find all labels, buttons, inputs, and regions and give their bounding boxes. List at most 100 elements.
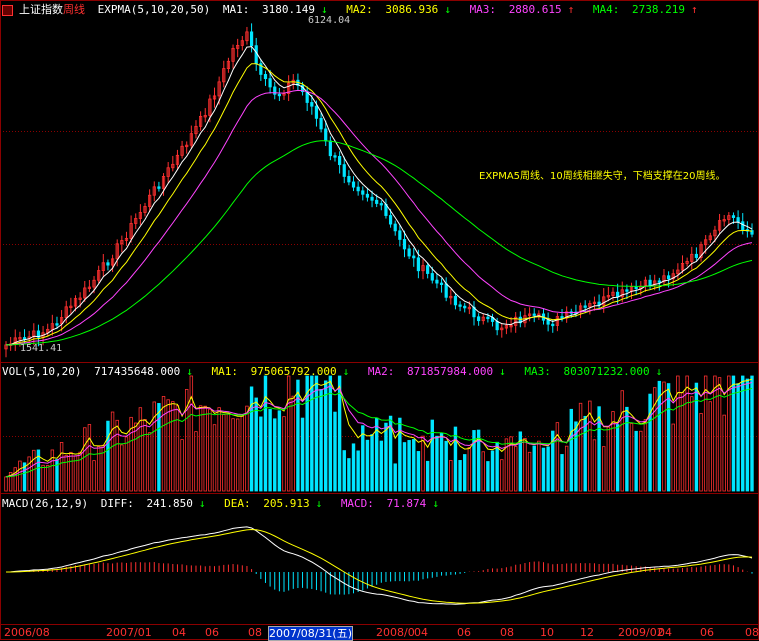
candle-down [616,291,620,298]
x-axis-tick-label: 08 [248,626,262,639]
diff-label: DIFF: [100,497,134,510]
main-legend: 上证指数周线 EXPMA(5,10,20,50) MA1: 3180.149 ↓ … [2,3,710,17]
volume-bar [78,451,82,492]
volume-bar [541,447,546,492]
volume-bar [444,440,448,492]
volume-bar [324,380,328,492]
ma4-readout: MA4: 2738.219 ↑ [593,3,704,16]
volume-bar [592,439,597,492]
volume-bar [717,377,722,492]
candle-down [106,262,110,266]
volume-bar [319,389,323,492]
volume-bar [407,440,411,492]
diff-value: 241.850 [146,497,193,510]
volume-bar [120,444,124,492]
candle-down [444,283,448,298]
volume-bar [208,408,212,492]
x-axis-active-date[interactable]: 2007/08/31(五) [268,626,353,641]
candle-down [463,305,467,309]
candle-down [657,280,661,283]
candle-down [736,217,740,223]
macd-legend: MACD(26,12,9) DIFF: 241.850 ↓ DEA: 205.91… [2,497,451,511]
volume-bar [546,446,550,492]
vol-indicator: VOL(5,10,20) [2,365,82,378]
down-arrow-icon: ↓ [655,365,663,378]
volume-bar [722,414,726,492]
volume-bar [615,424,620,492]
macd-indicator: MACD(26,12,9) [2,497,89,510]
down-arrow-icon: ↓ [315,497,323,510]
candle-down [402,239,407,250]
volume-bar [625,406,629,492]
volume-bar [555,422,560,492]
candle-down [333,155,337,158]
volume-bar [235,418,240,492]
x-axis-tick-label: 06 [700,626,714,639]
candle-down [310,102,314,107]
volume-bar [245,405,249,492]
volume-bar [222,414,226,492]
expma-indicator: EXPMA(5,10,20,50) [97,3,211,16]
volume-bar [351,443,356,492]
volume-bar [453,426,458,492]
candle-down [453,295,458,306]
candle-down [314,105,319,119]
volume-bar [490,450,495,492]
candle-down [347,176,351,183]
volume-bar [171,401,175,492]
volume-bar [370,434,374,492]
dea-line [6,528,753,604]
volume-legend: VOL(5,10,20) 717435648.000 ↓ MA1: 9750657… [2,365,674,379]
volume-bar [4,476,8,492]
candle-down [458,304,462,307]
candle-down [254,45,258,65]
volume-bar [694,382,699,492]
volume-bar [333,411,337,492]
x-axis-tick-label: 04 [414,626,428,639]
candle-down [560,316,564,319]
volume-bar [365,439,370,492]
candle-down [277,93,281,97]
volume-bar [41,464,45,492]
diff-line [5,526,753,605]
volume-bar [254,397,258,492]
volume-bar [495,441,499,492]
x-axis-tick-label: 10 [540,626,554,639]
vol-ma2-label: MA2: [367,365,395,378]
window-menu-icon[interactable] [2,4,13,16]
volume-bar [578,402,583,492]
volume-bar [463,454,467,492]
x-axis-tick-label: 2009/02 [618,626,664,639]
down-arrow-icon: ↓ [432,497,439,510]
candle-down [379,203,383,206]
kline-chart[interactable] [0,0,759,640]
x-axis-tick-label: 2006/08 [4,626,50,639]
macd-label: MACD: [340,497,374,510]
low-price-label: 1541.41 [20,343,63,354]
volume-bar [467,446,472,492]
candle-down [583,305,587,308]
chart-annotation: EXPMA5周线、10周线相继失守，下档支撑在20周线。 [479,171,726,182]
candle-down [365,193,370,198]
volume-bar [59,442,64,492]
volume-bar [680,392,685,492]
candle-down [388,215,393,225]
volume-bar [671,423,675,492]
down-arrow-icon: ↓ [444,3,451,16]
candle-down [328,140,332,157]
volume-bar [384,422,388,492]
chart-frame[interactable]: 上证指数周线 EXPMA(5,10,20,50) MA1: 3180.149 ↓ … [0,0,759,641]
volume-bar [198,405,203,492]
volume-bar [745,378,750,492]
volume-bar [240,415,245,492]
ma4-label: MA4: [592,3,620,16]
volume-bar [92,460,96,492]
volume-bar [402,442,407,492]
candle-down [731,215,736,218]
volume-bar [527,451,532,492]
volume-bar [194,431,198,492]
ma3-label: MA3: [469,3,497,16]
volume-bar [750,375,754,492]
candle-down [430,273,434,281]
volume-bar [124,436,129,492]
